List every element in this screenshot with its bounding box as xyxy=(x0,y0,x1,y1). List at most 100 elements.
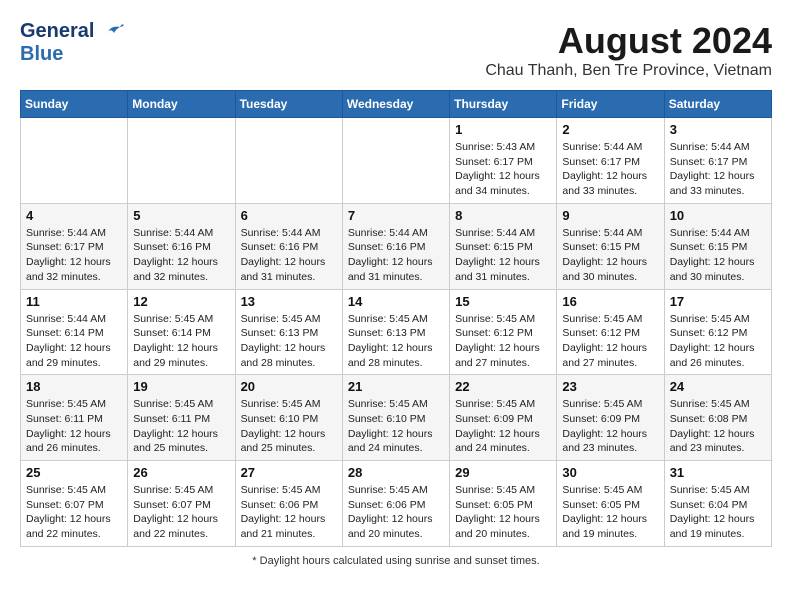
calendar-week-row: 1 Sunrise: 5:43 AM Sunset: 6:17 PM Daylig… xyxy=(21,118,772,204)
calendar-cell xyxy=(128,118,235,204)
calendar-cell xyxy=(235,118,342,204)
calendar-cell: 8 Sunrise: 5:44 AM Sunset: 6:15 PM Daylig… xyxy=(450,203,557,289)
day-info: Sunrise: 5:45 AM Sunset: 6:10 PM Dayligh… xyxy=(241,397,337,456)
day-info: Sunrise: 5:45 AM Sunset: 6:04 PM Dayligh… xyxy=(670,483,766,542)
day-number: 8 xyxy=(455,208,551,223)
day-info: Sunrise: 5:45 AM Sunset: 6:11 PM Dayligh… xyxy=(26,397,122,456)
calendar-cell xyxy=(21,118,128,204)
calendar-cell xyxy=(342,118,449,204)
calendar-cell: 28 Sunrise: 5:45 AM Sunset: 6:06 PM Dayli… xyxy=(342,461,449,547)
day-info: Sunrise: 5:43 AM Sunset: 6:17 PM Dayligh… xyxy=(455,140,551,199)
day-info: Sunrise: 5:45 AM Sunset: 6:10 PM Dayligh… xyxy=(348,397,444,456)
day-number: 19 xyxy=(133,379,229,394)
calendar-cell: 4 Sunrise: 5:44 AM Sunset: 6:17 PM Daylig… xyxy=(21,203,128,289)
day-info: Sunrise: 5:44 AM Sunset: 6:16 PM Dayligh… xyxy=(133,226,229,285)
weekday-header: Thursday xyxy=(450,91,557,118)
day-number: 28 xyxy=(348,465,444,480)
weekday-header: Wednesday xyxy=(342,91,449,118)
day-info: Sunrise: 5:44 AM Sunset: 6:16 PM Dayligh… xyxy=(241,226,337,285)
day-info: Sunrise: 5:44 AM Sunset: 6:16 PM Dayligh… xyxy=(348,226,444,285)
day-number: 27 xyxy=(241,465,337,480)
calendar-cell: 12Sunrise: 5:45 AM Sunset: 6:14 PM Dayli… xyxy=(128,289,235,375)
calendar-week-row: 25 Sunrise: 5:45 AM Sunset: 6:07 PM Dayli… xyxy=(21,461,772,547)
day-number: 1 xyxy=(455,122,551,137)
day-number: 25 xyxy=(26,465,122,480)
day-info: Sunrise: 5:45 AM Sunset: 6:09 PM Dayligh… xyxy=(455,397,551,456)
day-number: 11 xyxy=(26,294,122,309)
day-number: 10 xyxy=(670,208,766,223)
calendar-cell: 26 Sunrise: 5:45 AM Sunset: 6:07 PM Dayli… xyxy=(128,461,235,547)
weekday-header: Saturday xyxy=(664,91,771,118)
day-number: 20 xyxy=(241,379,337,394)
calendar-week-row: 11 Sunrise: 5:44 AM Sunset: 6:14 PM Dayli… xyxy=(21,289,772,375)
calendar-cell: 15Sunrise: 5:45 AM Sunset: 6:12 PM Dayli… xyxy=(450,289,557,375)
day-info: Sunrise: 5:45 AM Sunset: 6:05 PM Dayligh… xyxy=(455,483,551,542)
calendar-cell: 18 Sunrise: 5:45 AM Sunset: 6:11 PM Dayli… xyxy=(21,375,128,461)
calendar-cell: 1 Sunrise: 5:43 AM Sunset: 6:17 PM Daylig… xyxy=(450,118,557,204)
logo-general: General xyxy=(20,20,124,43)
day-number: 29 xyxy=(455,465,551,480)
day-info: Sunrise: 5:45 AM Sunset: 6:11 PM Dayligh… xyxy=(133,397,229,456)
day-number: 12 xyxy=(133,294,229,309)
day-info: Sunrise: 5:45 AM Sunset: 6:06 PM Dayligh… xyxy=(241,483,337,542)
logo-bird-icon xyxy=(102,21,124,43)
day-info: Sunrise: 5:45 AM Sunset: 6:13 PM Dayligh… xyxy=(348,312,444,371)
calendar-cell: 14Sunrise: 5:45 AM Sunset: 6:13 PM Dayli… xyxy=(342,289,449,375)
footer-note: * Daylight hours calculated using sunris… xyxy=(20,555,772,567)
calendar-cell: 31 Sunrise: 5:45 AM Sunset: 6:04 PM Dayli… xyxy=(664,461,771,547)
day-info: Sunrise: 5:45 AM Sunset: 6:12 PM Dayligh… xyxy=(562,312,658,371)
calendar-cell: 3Sunrise: 5:44 AM Sunset: 6:17 PM Daylig… xyxy=(664,118,771,204)
day-number: 3 xyxy=(670,122,766,137)
calendar-week-row: 18 Sunrise: 5:45 AM Sunset: 6:11 PM Dayli… xyxy=(21,375,772,461)
day-number: 5 xyxy=(133,208,229,223)
calendar-table: SundayMondayTuesdayWednesdayThursdayFrid… xyxy=(20,90,772,547)
day-number: 24 xyxy=(670,379,766,394)
day-info: Sunrise: 5:44 AM Sunset: 6:15 PM Dayligh… xyxy=(455,226,551,285)
day-info: Sunrise: 5:45 AM Sunset: 6:08 PM Dayligh… xyxy=(670,397,766,456)
calendar-cell: 30 Sunrise: 5:45 AM Sunset: 6:05 PM Dayli… xyxy=(557,461,664,547)
weekday-header: Monday xyxy=(128,91,235,118)
day-number: 7 xyxy=(348,208,444,223)
logo: General Blue xyxy=(20,20,124,65)
calendar-cell: 24 Sunrise: 5:45 AM Sunset: 6:08 PM Dayli… xyxy=(664,375,771,461)
calendar-cell: 22 Sunrise: 5:45 AM Sunset: 6:09 PM Dayli… xyxy=(450,375,557,461)
footer-text: Daylight hours xyxy=(260,555,330,567)
day-info: Sunrise: 5:44 AM Sunset: 6:15 PM Dayligh… xyxy=(562,226,658,285)
day-info: Sunrise: 5:45 AM Sunset: 6:12 PM Dayligh… xyxy=(455,312,551,371)
day-info: Sunrise: 5:45 AM Sunset: 6:13 PM Dayligh… xyxy=(241,312,337,371)
day-info: Sunrise: 5:45 AM Sunset: 6:06 PM Dayligh… xyxy=(348,483,444,542)
calendar-cell: 29 Sunrise: 5:45 AM Sunset: 6:05 PM Dayli… xyxy=(450,461,557,547)
calendar-cell: 5 Sunrise: 5:44 AM Sunset: 6:16 PM Daylig… xyxy=(128,203,235,289)
calendar-header-row: SundayMondayTuesdayWednesdayThursdayFrid… xyxy=(21,91,772,118)
day-number: 31 xyxy=(670,465,766,480)
calendar-cell: 17Sunrise: 5:45 AM Sunset: 6:12 PM Dayli… xyxy=(664,289,771,375)
day-info: Sunrise: 5:45 AM Sunset: 6:09 PM Dayligh… xyxy=(562,397,658,456)
day-number: 21 xyxy=(348,379,444,394)
day-number: 17 xyxy=(670,294,766,309)
day-number: 26 xyxy=(133,465,229,480)
day-number: 22 xyxy=(455,379,551,394)
calendar-cell: 19 Sunrise: 5:45 AM Sunset: 6:11 PM Dayli… xyxy=(128,375,235,461)
day-info: Sunrise: 5:45 AM Sunset: 6:07 PM Dayligh… xyxy=(133,483,229,542)
calendar-cell: 13Sunrise: 5:45 AM Sunset: 6:13 PM Dayli… xyxy=(235,289,342,375)
day-number: 4 xyxy=(26,208,122,223)
calendar-cell: 25Sunrise: 5:45 AM Sunset: 6:07 PM Dayli… xyxy=(21,461,128,547)
day-number: 2 xyxy=(562,122,658,137)
calendar-cell: 21 Sunrise: 5:45 AM Sunset: 6:10 PM Dayli… xyxy=(342,375,449,461)
calendar-cell: 2Sunrise: 5:44 AM Sunset: 6:17 PM Daylig… xyxy=(557,118,664,204)
weekday-header: Tuesday xyxy=(235,91,342,118)
day-info: Sunrise: 5:45 AM Sunset: 6:05 PM Dayligh… xyxy=(562,483,658,542)
calendar-title-area: August 2024 Chau Thanh, Ben Tre Province… xyxy=(485,20,772,80)
logo-blue: Blue xyxy=(20,43,124,65)
calendar-cell: 11 Sunrise: 5:44 AM Sunset: 6:14 PM Dayli… xyxy=(21,289,128,375)
calendar-cell: 9Sunrise: 5:44 AM Sunset: 6:15 PM Daylig… xyxy=(557,203,664,289)
calendar-cell: 16Sunrise: 5:45 AM Sunset: 6:12 PM Dayli… xyxy=(557,289,664,375)
day-number: 23 xyxy=(562,379,658,394)
day-number: 18 xyxy=(26,379,122,394)
day-number: 30 xyxy=(562,465,658,480)
calendar-cell: 6Sunrise: 5:44 AM Sunset: 6:16 PM Daylig… xyxy=(235,203,342,289)
calendar-week-row: 4 Sunrise: 5:44 AM Sunset: 6:17 PM Daylig… xyxy=(21,203,772,289)
day-info: Sunrise: 5:44 AM Sunset: 6:17 PM Dayligh… xyxy=(26,226,122,285)
day-info: Sunrise: 5:44 AM Sunset: 6:14 PM Dayligh… xyxy=(26,312,122,371)
page-header: General Blue August 2024 Chau Thanh, Ben… xyxy=(20,20,772,80)
